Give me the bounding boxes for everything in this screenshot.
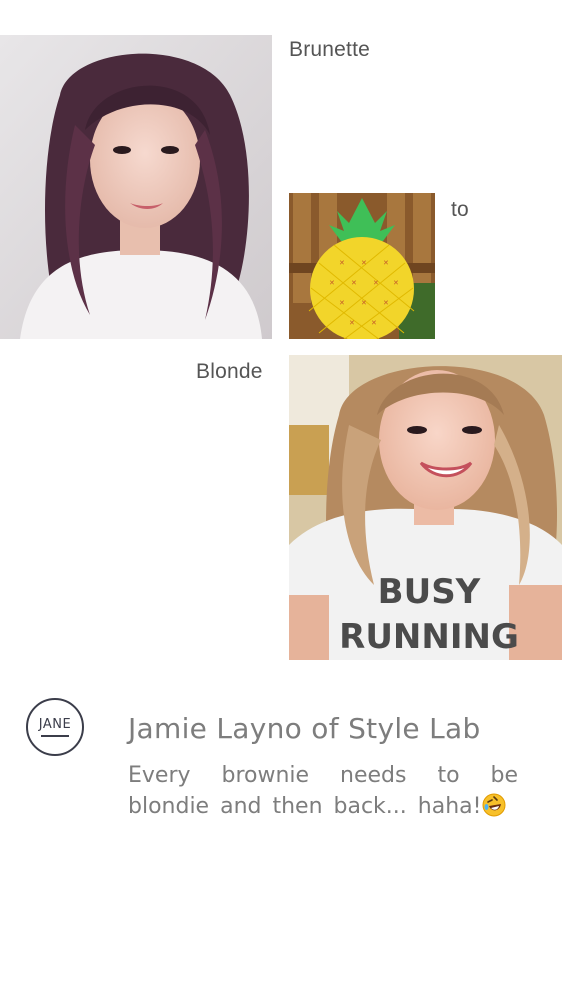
svg-text:✕: ✕ [393,279,399,287]
shirt-text-line2: RUNNING [339,617,519,657]
brunette-photo [0,35,272,339]
author-name[interactable]: Jamie Layno of Style Lab [128,712,481,745]
avatar-underline [41,734,69,737]
shirt-text-line1: BUSY [378,572,481,612]
pineapple-photo: ✕ ✕ ✕ ✕ ✕ ✕ ✕ ✕ ✕ ✕ ✕ ✕ [289,193,435,339]
svg-text:✕: ✕ [351,279,357,287]
svg-text:✕: ✕ [349,319,355,327]
caption-brunette: Brunette [289,38,370,61]
svg-text:✕: ✕ [339,299,345,307]
blonde-photo: BUSY RUNNING [289,355,562,660]
svg-text:✕: ✕ [383,259,389,267]
pineapple-bag-photo: ✕ ✕ ✕ ✕ ✕ ✕ ✕ ✕ ✕ ✕ ✕ ✕ [289,193,435,339]
rolling-on-floor-laughing-icon [482,793,506,817]
svg-text:✕: ✕ [339,259,345,267]
avatar-text: JANE [38,716,72,732]
author-message: Every brownie needs to be blondie and th… [128,760,518,822]
svg-text:✕: ✕ [361,259,367,267]
svg-text:✕: ✕ [371,319,377,327]
brunette-selfie-photo [0,35,272,339]
author-message-text: Every brownie needs to be blondie and th… [128,763,518,819]
caption-to: to [451,198,469,221]
author-avatar[interactable]: JANE [26,698,84,756]
svg-text:✕: ✕ [329,279,335,287]
caption-blonde: Blonde [196,360,263,383]
svg-text:✕: ✕ [361,299,367,307]
svg-text:✕: ✕ [383,299,389,307]
blonde-selfie-photo: BUSY RUNNING [289,355,562,660]
svg-text:✕: ✕ [373,279,379,287]
